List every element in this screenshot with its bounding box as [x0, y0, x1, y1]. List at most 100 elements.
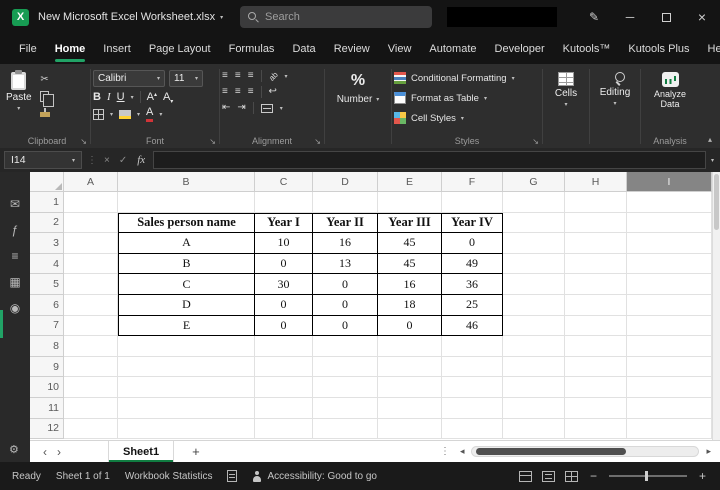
cell-G12[interactable] — [503, 418, 565, 440]
copy-button[interactable] — [40, 91, 55, 107]
view-grid-icon[interactable]: ▦ — [9, 276, 20, 288]
menu-review[interactable]: Review — [325, 34, 379, 64]
cell-B11[interactable] — [118, 397, 255, 419]
close-button[interactable]: × — [684, 0, 720, 34]
font-color-button[interactable]: A — [146, 107, 154, 122]
cell-D10[interactable] — [313, 377, 378, 398]
cell-A1[interactable] — [64, 192, 118, 213]
wrap-text-button[interactable]: ↩ — [269, 87, 277, 97]
cell-G4[interactable] — [503, 253, 565, 275]
align-bottom-button[interactable]: ≡ — [248, 71, 254, 81]
row-header-1[interactable]: 1 — [30, 192, 64, 213]
column-header-D[interactable]: D — [313, 172, 378, 192]
cell-D11[interactable] — [313, 397, 378, 419]
column-header-B[interactable]: B — [118, 172, 255, 192]
tab-splitter-handle[interactable]: ⋮ — [437, 446, 453, 457]
search-pane-icon[interactable]: ◉ — [10, 302, 20, 314]
cell-F2[interactable]: Year IV — [442, 212, 503, 234]
cell-D6[interactable]: 0 — [313, 294, 378, 316]
clipboard-dialog-launcher-icon[interactable]: ↘ — [80, 137, 87, 146]
column-header-I[interactable]: I — [627, 172, 712, 192]
mail-icon[interactable]: ✉ — [10, 198, 20, 210]
cell-A8[interactable] — [64, 336, 118, 357]
cell-A5[interactable] — [64, 274, 118, 295]
cell-G2[interactable] — [503, 212, 565, 234]
cell-A11[interactable] — [64, 397, 118, 419]
cell-D12[interactable] — [313, 418, 378, 440]
workbook-stats-icon[interactable] — [227, 470, 238, 482]
format-as-table-button[interactable]: Format as Table ▾ — [394, 90, 540, 106]
align-right-button[interactable]: ≡ — [248, 87, 254, 97]
cell-B6[interactable]: D — [118, 294, 255, 316]
cell-C6[interactable]: 0 — [255, 294, 313, 316]
cell-H8[interactable] — [565, 336, 627, 357]
cell-B9[interactable] — [118, 356, 255, 378]
cell-E3[interactable]: 45 — [378, 233, 442, 254]
name-box[interactable]: I14 ▾ — [4, 151, 82, 169]
cell-A7[interactable] — [64, 315, 118, 337]
document-title[interactable]: New Microsoft Excel Worksheet.xlsx ▾ — [38, 11, 223, 23]
scroll-left-icon[interactable]: ◂ — [455, 447, 470, 456]
orientation-button[interactable]: ab — [267, 70, 280, 83]
workbook-statistics[interactable]: Workbook Statistics — [125, 471, 213, 482]
menu-file[interactable]: File — [10, 34, 46, 64]
cell-E1[interactable] — [378, 192, 442, 213]
sheet-count[interactable]: Sheet 1 of 1 — [56, 471, 110, 482]
cell-E11[interactable] — [378, 397, 442, 419]
cell-D3[interactable]: 16 — [313, 233, 378, 254]
search-box[interactable] — [240, 6, 432, 28]
cell-F9[interactable] — [442, 356, 503, 378]
cell-G1[interactable] — [503, 192, 565, 213]
cell-I3[interactable] — [627, 233, 712, 254]
cell-A4[interactable] — [64, 253, 118, 275]
row-header-12[interactable]: 12 — [30, 418, 64, 440]
column-header-E[interactable]: E — [378, 172, 442, 192]
cell-F6[interactable]: 25 — [442, 294, 503, 316]
cell-B1[interactable] — [118, 192, 255, 213]
insert-function-icon[interactable]: fx — [134, 154, 148, 166]
increase-font-size-button[interactable]: A — [147, 91, 157, 103]
cell-B3[interactable]: A — [118, 233, 255, 254]
cancel-icon[interactable]: × — [102, 155, 112, 166]
row-header-5[interactable]: 5 — [30, 274, 64, 295]
zoom-out-button[interactable]: − — [588, 469, 599, 483]
column-header-A[interactable]: A — [64, 172, 118, 192]
cell-B5[interactable]: C — [118, 274, 255, 295]
orientation-dropdown-icon[interactable]: ▾ — [284, 73, 287, 80]
expand-formula-bar-icon[interactable]: ▾ — [711, 157, 714, 164]
cell-G10[interactable] — [503, 377, 565, 398]
row-header-11[interactable]: 11 — [30, 397, 64, 419]
cell-B2[interactable]: Sales person name — [118, 212, 255, 234]
alignment-dialog-launcher-icon[interactable]: ↘ — [314, 137, 321, 146]
menu-page-layout[interactable]: Page Layout — [140, 34, 220, 64]
next-sheet-icon[interactable]: › — [52, 446, 66, 458]
prev-sheet-icon[interactable]: ‹ — [38, 446, 52, 458]
cell-E4[interactable]: 45 — [378, 253, 442, 275]
menu-help[interactable]: Help — [699, 34, 720, 64]
cell-I5[interactable] — [627, 274, 712, 295]
menu-home[interactable]: Home — [46, 34, 95, 64]
font-color-dropdown-icon[interactable]: ▾ — [159, 111, 162, 118]
cell-F12[interactable] — [442, 418, 503, 440]
cell-I2[interactable] — [627, 212, 712, 234]
cell-A3[interactable] — [64, 233, 118, 254]
cell-G3[interactable] — [503, 233, 565, 254]
paste-button[interactable]: Paste ▾ — [6, 70, 32, 134]
menu-automate[interactable]: Automate — [420, 34, 485, 64]
row-header-8[interactable]: 8 — [30, 336, 64, 357]
cell-F7[interactable]: 46 — [442, 315, 503, 337]
menu-data[interactable]: Data — [283, 34, 324, 64]
cell-D4[interactable]: 13 — [313, 253, 378, 275]
accessibility-status[interactable]: Accessibility: Good to go — [252, 470, 377, 482]
horizontal-scrollbar-thumb[interactable] — [476, 448, 627, 455]
align-left-button[interactable]: ≡ — [222, 87, 228, 97]
cell-I11[interactable] — [627, 397, 712, 419]
search-input[interactable] — [265, 11, 415, 23]
cell-I1[interactable] — [627, 192, 712, 213]
row-header-2[interactable]: 2 — [30, 212, 64, 234]
cell-C8[interactable] — [255, 336, 313, 357]
cell-H11[interactable] — [565, 397, 627, 419]
underline-dropdown-icon[interactable]: ▾ — [131, 94, 134, 101]
styles-dialog-launcher-icon[interactable]: ↘ — [532, 137, 539, 146]
cell-F10[interactable] — [442, 377, 503, 398]
